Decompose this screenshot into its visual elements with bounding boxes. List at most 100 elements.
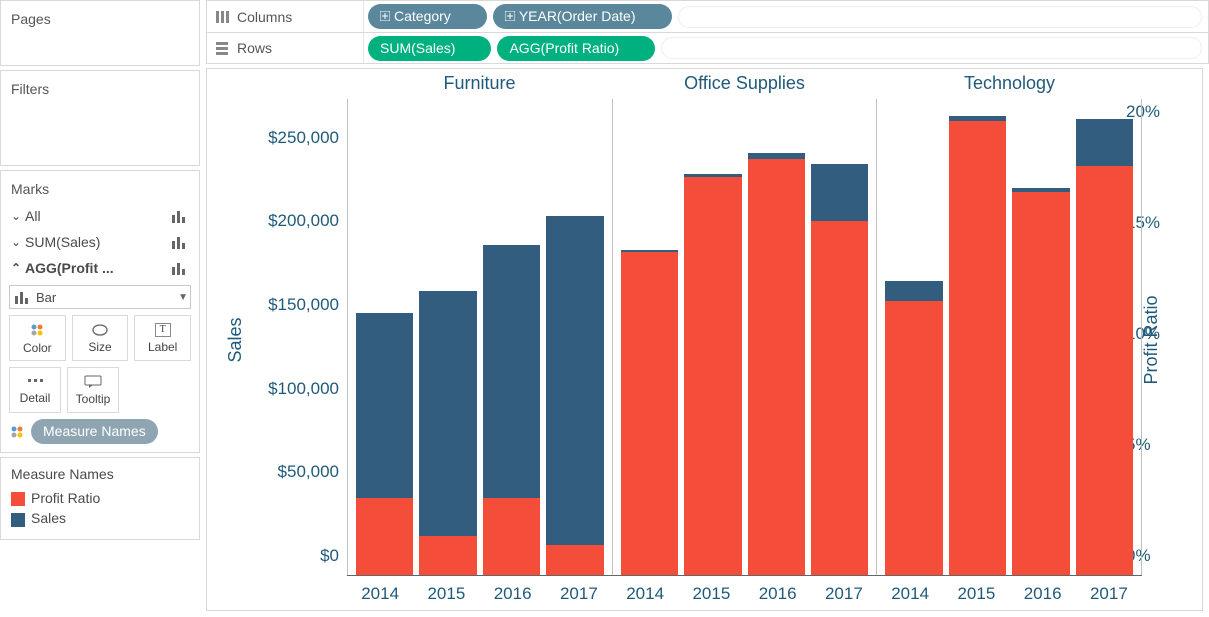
- marks-row-sum-sales[interactable]: ⌄ SUM(Sales): [1, 229, 199, 255]
- marks-color-label: Color: [23, 341, 52, 355]
- pill-label: AGG(Profit Ratio): [509, 40, 619, 56]
- marks-card: Marks ⌄ All ⌄ SUM(Sales) ⌃ AGG(Profit ... B…: [0, 170, 200, 453]
- rows-shelf-dropzone[interactable]: [661, 37, 1202, 59]
- y-left-tick: $0: [320, 546, 339, 566]
- y-left-tick: $100,000: [268, 379, 339, 399]
- marks-row-all[interactable]: ⌄ All: [1, 203, 199, 229]
- color-legend: Measure Names Profit Ratio Sales: [0, 457, 200, 540]
- bar[interactable]: [748, 99, 805, 576]
- expand-icon: [505, 11, 515, 21]
- marks-label-button[interactable]: T Label: [134, 315, 191, 361]
- filters-shelf[interactable]: Filters: [0, 70, 200, 166]
- mark-type-label: Bar: [36, 290, 56, 305]
- marks-row-sum-sales-label: SUM(Sales): [25, 234, 100, 250]
- pill-agg-profit-ratio[interactable]: AGG(Profit Ratio): [497, 36, 655, 61]
- columns-shelf-label: Columns: [237, 9, 292, 25]
- y-left-tick: $200,000: [268, 211, 339, 231]
- bar[interactable]: [621, 99, 678, 576]
- y-left-tick: $50,000: [278, 462, 339, 482]
- legend-item-profit-ratio[interactable]: Profit Ratio: [11, 488, 189, 508]
- legend-swatch: [11, 492, 25, 506]
- bar[interactable]: [811, 99, 868, 576]
- bar-seg-sales: [546, 216, 603, 576]
- columns-shelf-dropzone[interactable]: [678, 6, 1202, 28]
- columns-shelf[interactable]: Columns Category YEAR(Order Date): [206, 0, 1209, 32]
- color-icon: [9, 424, 25, 440]
- x-tick: 2014: [612, 584, 678, 604]
- marks-label-label: Label: [148, 340, 177, 354]
- facet-header: Office Supplies: [612, 73, 877, 94]
- bar[interactable]: [684, 99, 741, 576]
- legend-title: Measure Names: [11, 466, 189, 488]
- chevron-up-icon: ⌃: [11, 261, 21, 275]
- facet: [347, 99, 612, 576]
- pill-measure-names-label: Measure Names: [43, 423, 146, 439]
- marks-row-agg-profit[interactable]: ⌃ AGG(Profit ...: [1, 255, 199, 281]
- x-tick: 2016: [1010, 584, 1076, 604]
- x-tick: 2015: [943, 584, 1009, 604]
- label-icon: T: [155, 323, 171, 337]
- marks-size-button[interactable]: Size: [72, 315, 129, 361]
- x-tick: 2014: [347, 584, 413, 604]
- bar[interactable]: [356, 99, 413, 576]
- facet-header: Technology: [877, 73, 1142, 94]
- rows-icon: [215, 41, 229, 55]
- bar-seg-profit-ratio: [546, 545, 603, 576]
- mark-type-dropdown[interactable]: Bar ▼: [9, 285, 191, 309]
- expand-icon: [380, 11, 390, 21]
- bar[interactable]: [1012, 99, 1069, 576]
- marks-color-button[interactable]: Color: [9, 315, 66, 361]
- pill-label: SUM(Sales): [380, 40, 455, 56]
- y-left-tick: $250,000: [268, 128, 339, 148]
- legend-item-label: Profit Ratio: [31, 490, 100, 506]
- pill-category[interactable]: Category: [368, 4, 487, 29]
- tooltip-icon: [84, 375, 102, 389]
- x-tick: 2016: [745, 584, 811, 604]
- y-left-tick: $150,000: [268, 295, 339, 315]
- bar[interactable]: [1076, 99, 1133, 576]
- bar[interactable]: [885, 99, 942, 576]
- bar-seg-profit-ratio: [1076, 166, 1133, 576]
- rows-shelf[interactable]: Rows SUM(Sales) AGG(Profit Ratio): [206, 32, 1209, 64]
- bar-chart-icon: [171, 209, 189, 223]
- bar-seg-profit-ratio: [621, 252, 678, 576]
- marks-tooltip-label: Tooltip: [76, 392, 111, 406]
- y-axis-left-title: Sales: [225, 317, 246, 362]
- legend-item-label: Sales: [31, 510, 66, 526]
- legend-item-sales[interactable]: Sales: [11, 508, 189, 528]
- bar-seg-profit-ratio: [419, 536, 476, 576]
- pill-label: YEAR(Order Date): [519, 8, 636, 24]
- chevron-down-icon: ⌄: [11, 235, 21, 249]
- pill-year-order-date[interactable]: YEAR(Order Date): [493, 4, 672, 29]
- bar[interactable]: [546, 99, 603, 576]
- bar-seg-sales: [419, 291, 476, 576]
- pill-measure-names[interactable]: Measure Names: [31, 419, 158, 444]
- facet: [876, 99, 1142, 576]
- bar-seg-profit-ratio: [949, 121, 1006, 576]
- bar-seg-profit-ratio: [1012, 192, 1069, 576]
- bar-seg-profit-ratio: [885, 301, 942, 576]
- marks-tooltip-button[interactable]: Tooltip: [67, 367, 119, 413]
- bar[interactable]: [419, 99, 476, 576]
- x-tick: 2015: [678, 584, 744, 604]
- pill-sum-sales[interactable]: SUM(Sales): [368, 36, 491, 61]
- x-tick: 2015: [413, 584, 479, 604]
- bar-chart-icon: [171, 235, 189, 249]
- bar[interactable]: [483, 99, 540, 576]
- chart-viz[interactable]: Sales Profit Ratio FurnitureOffice Suppl…: [206, 68, 1203, 611]
- chevron-down-icon: ⌄: [11, 209, 21, 223]
- detail-icon: [26, 376, 44, 388]
- pages-shelf[interactable]: Pages: [0, 0, 200, 66]
- marks-detail-button[interactable]: Detail: [9, 367, 61, 413]
- bar-chart-icon: [171, 261, 189, 275]
- rows-shelf-label: Rows: [237, 40, 272, 56]
- legend-swatch: [11, 513, 25, 527]
- x-tick: 2017: [546, 584, 612, 604]
- facet-header: Furniture: [347, 73, 612, 94]
- marks-row-all-label: All: [25, 208, 41, 224]
- marks-title: Marks: [1, 171, 199, 203]
- pill-label: Category: [394, 8, 451, 24]
- x-tick: 2016: [480, 584, 546, 604]
- bar[interactable]: [949, 99, 1006, 576]
- marks-row-agg-label: AGG(Profit ...: [25, 260, 114, 276]
